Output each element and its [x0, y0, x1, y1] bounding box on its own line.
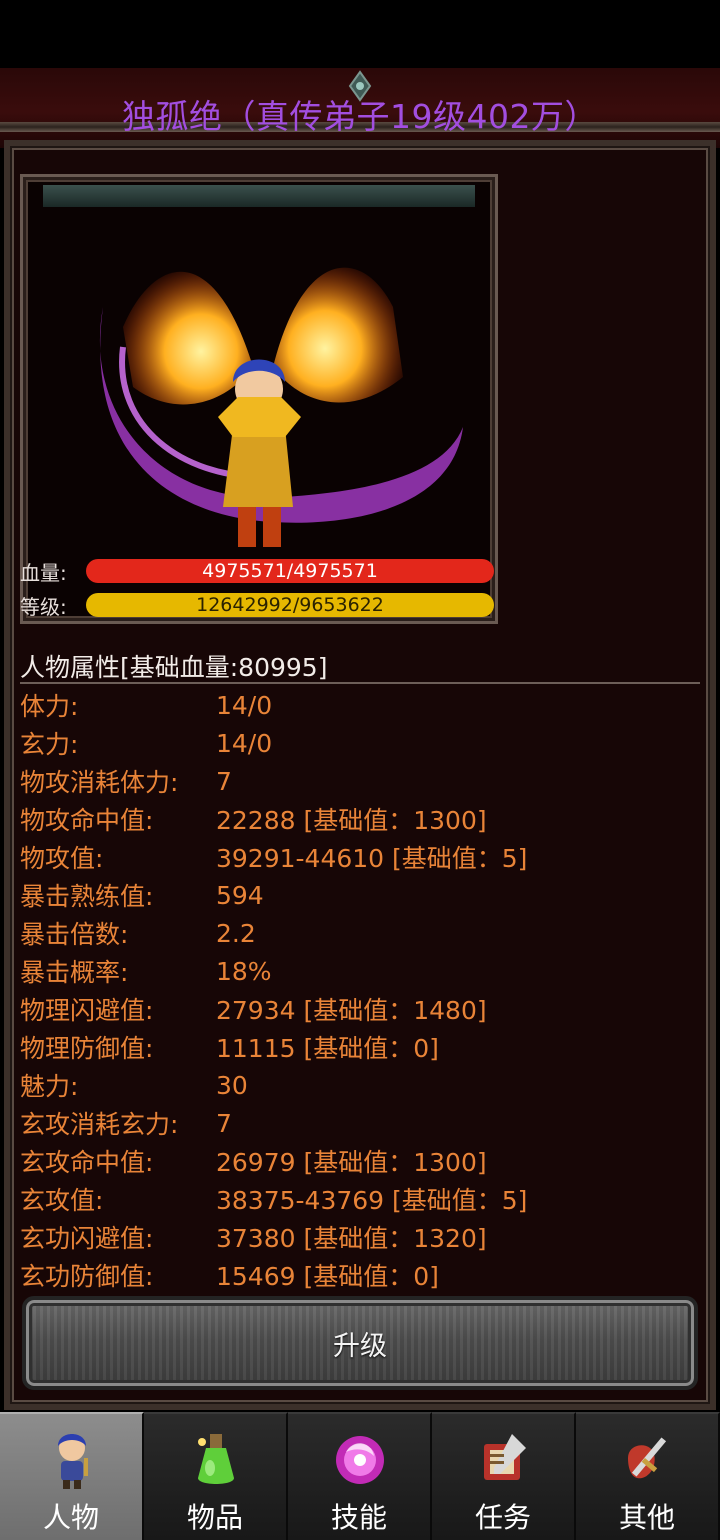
sword-shield-icon: [628, 1437, 667, 1479]
attribute-row: 玄攻消耗玄力: 7: [20, 1104, 700, 1142]
attribute-key: 玄攻命中值:: [20, 1148, 154, 1177]
upgrade-button[interactable]: 升级: [22, 1296, 698, 1390]
attribute-value: 22288 [基础值：1300]: [216, 806, 487, 835]
attribute-value: 37380 [基础值：1320]: [216, 1224, 487, 1253]
attribute-key: 物攻值:: [20, 844, 104, 873]
level-value: 12642992/9653622: [196, 594, 384, 616]
attribute-value: 7: [216, 1108, 232, 1138]
tab-quests-label: 任务: [474, 1501, 531, 1534]
attribute-key: 玄攻消耗玄力:: [20, 1110, 179, 1139]
attribute-value: 38375-43769 [基础值：5]: [216, 1186, 528, 1215]
attribute-value: 15469 [基础值：0]: [216, 1262, 439, 1291]
tab-items[interactable]: 物品: [144, 1412, 288, 1540]
tab-other-label: 其他: [618, 1501, 675, 1534]
attribute-row: 玄力: 14/0: [20, 724, 700, 762]
attribute-row: 物攻消耗体力: 7: [20, 762, 700, 800]
character-portrait: [20, 174, 498, 624]
tab-skills-label: 技能: [330, 1501, 387, 1534]
page-title: 独孤绝（真传弟子19级402万）: [122, 97, 598, 136]
attribute-value: 594: [216, 880, 264, 910]
tab-character-label: 人物: [42, 1501, 99, 1534]
hp-value: 4975571/4975571: [202, 560, 378, 582]
attribute-row: 玄功防御值: 15469 [基础值：0]: [20, 1256, 700, 1294]
tab-skills[interactable]: 技能: [288, 1412, 432, 1540]
character-avatar-icon: [99, 267, 463, 547]
attribute-key: 玄攻值:: [20, 1186, 104, 1215]
attribute-row: 魅力: 30: [20, 1066, 700, 1104]
attribute-value: 26979 [基础值：1300]: [216, 1148, 487, 1177]
upgrade-button-label: 升级: [333, 1330, 387, 1362]
hp-bar: 4975571/4975571: [86, 559, 494, 583]
attribute-key: 玄功闪避值:: [20, 1224, 154, 1253]
attribute-value: 14/0: [216, 728, 273, 758]
attribute-value: 2.2: [216, 918, 256, 948]
attribute-key: 暴击倍数:: [20, 920, 129, 949]
attribute-key: 体力:: [20, 692, 79, 721]
attribute-key: 暴击熟练值:: [20, 882, 154, 911]
attribute-row: 暴击倍数: 2.2: [20, 914, 700, 952]
attribute-key: 暴击概率:: [20, 958, 129, 987]
attribute-key: 物理防御值:: [20, 1034, 154, 1063]
attribute-row: 玄攻值: 38375-43769 [基础值：5]: [20, 1180, 700, 1218]
tab-items-label: 物品: [186, 1501, 243, 1534]
attribute-value: 14/0: [216, 690, 273, 720]
hp-label: 血量:: [20, 560, 67, 585]
attribute-value: 27934 [基础值：1480]: [216, 996, 487, 1025]
quest-icon: [484, 1434, 526, 1480]
attribute-value: 7: [216, 766, 232, 796]
attributes-heading: 人物属性[基础血量:80995]: [20, 648, 700, 684]
attribute-row: 玄攻命中值: 26979 [基础值：1300]: [20, 1142, 700, 1180]
status-bar: [0, 0, 720, 68]
tab-character[interactable]: 人物: [0, 1412, 144, 1540]
attribute-row: 暴击熟练值: 594: [20, 876, 700, 914]
bottom-tab-bar: 人物 物品 技能 任务 其他: [0, 1412, 720, 1540]
attribute-key: 物攻命中值:: [20, 806, 154, 835]
attribute-row: 玄功闪避值: 37380 [基础值：1320]: [20, 1218, 700, 1256]
character-icon: [58, 1434, 88, 1489]
attribute-row: 体力: 14/0: [20, 686, 700, 724]
tab-other[interactable]: 其他: [576, 1412, 720, 1540]
attribute-row: 物攻值: 39291-44610 [基础值：5]: [20, 838, 700, 876]
attribute-key: 物攻消耗体力:: [20, 768, 179, 797]
attribute-key: 玄功防御值:: [20, 1262, 154, 1291]
attribute-key: 物理闪避值:: [20, 996, 154, 1025]
level-bar: 12642992/9653622: [86, 593, 494, 617]
tab-quests[interactable]: 任务: [432, 1412, 576, 1540]
hp-row: 血量: 4975571/4975571: [20, 558, 494, 585]
attribute-value: 39291-44610 [基础值：5]: [216, 844, 528, 873]
attribute-key: 魅力:: [20, 1072, 79, 1101]
attributes-list: 体力: 14/0 玄力: 14/0 物攻消耗体力: 7 物攻命中值: 22288 [基础值：1…: [20, 686, 700, 1294]
skill-orb-icon: [336, 1436, 384, 1484]
attribute-row: 物理闪避值: 27934 [基础值：1480]: [20, 990, 700, 1028]
attribute-row: 物理防御值: 11115 [基础值：0]: [20, 1028, 700, 1066]
potion-icon: [198, 1434, 234, 1484]
attribute-row: 物攻命中值: 22288 [基础值：1300]: [20, 800, 700, 838]
attribute-value: 18%: [216, 956, 272, 986]
attribute-key: 玄力:: [20, 730, 79, 759]
level-row: 等级: 12642992/9653622: [20, 592, 494, 619]
attribute-value: 11115 [基础值：0]: [216, 1034, 439, 1063]
attribute-value: 30: [216, 1070, 248, 1100]
level-label: 等级:: [20, 594, 67, 619]
attribute-row: 暴击概率: 18%: [20, 952, 700, 990]
